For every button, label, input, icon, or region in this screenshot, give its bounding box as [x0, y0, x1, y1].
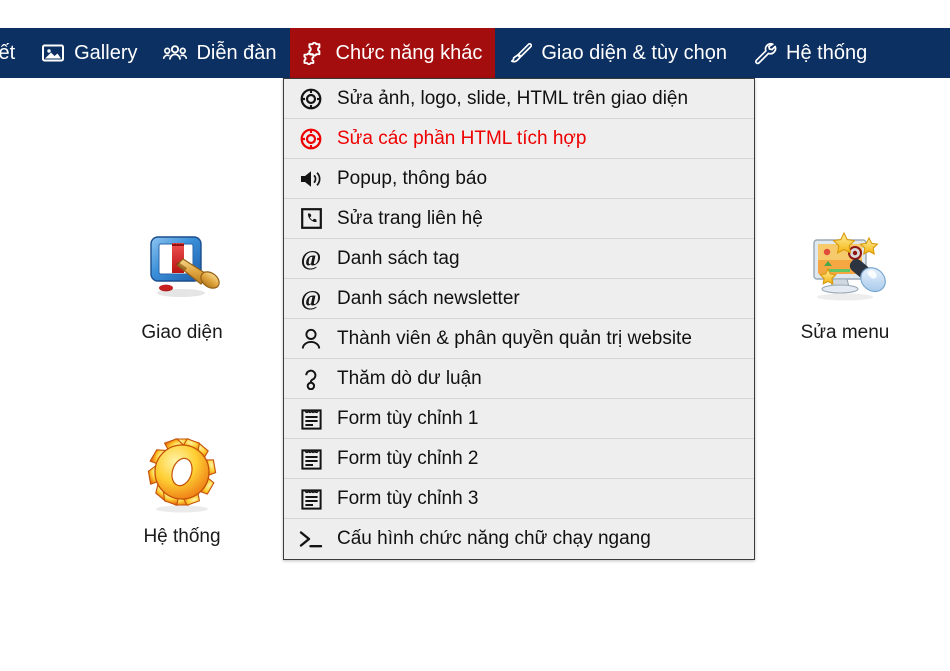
- menu-item-label: Sửa trang liên hệ: [337, 207, 483, 229]
- menu-item-tham-do-du-luan[interactable]: Thăm dò dư luận: [284, 359, 754, 399]
- form-icon: [296, 488, 326, 510]
- svg-text:@: @: [301, 247, 321, 271]
- menu-item-sua-trang-lien-he[interactable]: Sửa trang liên hệ: [284, 199, 754, 239]
- lifebuoy-icon: [296, 128, 326, 150]
- brush-icon: [508, 41, 533, 65]
- menu-item-danh-sach-tag[interactable]: @ Danh sách tag: [284, 239, 754, 279]
- menu-item-thanh-vien-phan-quyen[interactable]: Thành viên & phân quyền quản trị website: [284, 319, 754, 359]
- menu-item-form-tuy-chinh-2[interactable]: Form tùy chỉnh 2: [284, 439, 754, 479]
- lifebuoy-icon: [296, 88, 326, 110]
- nav-item-chuc-nang-khac[interactable]: Chức năng khác: [289, 28, 496, 78]
- menu-item-label: Form tùy chỉnh 2: [337, 447, 479, 469]
- shortcut-label: Hệ thống: [143, 526, 221, 547]
- nav-item-he-thong[interactable]: Hệ thống: [740, 28, 880, 78]
- form-icon: [296, 408, 326, 430]
- menu-item-label: Sửa các phần HTML tích hợp: [337, 127, 587, 149]
- at-icon: @: [296, 247, 326, 271]
- menu-item-label: Popup, thông báo: [337, 167, 488, 189]
- menu-item-sua-anh-logo-slide-html[interactable]: Sửa ảnh, logo, slide, HTML trên giao diệ…: [284, 79, 754, 119]
- at-icon: @: [296, 287, 326, 311]
- menu-item-label: Form tùy chỉnh 3: [337, 487, 479, 509]
- menu-item-cau-hinh-chu-chay-ngang[interactable]: Cấu hình chức năng chữ chạy ngang: [284, 519, 754, 559]
- nav-item-dien-dan[interactable]: Diễn đàn: [150, 28, 289, 78]
- image-icon: [41, 41, 65, 65]
- menu-item-sua-cac-phan-html-tich-hop[interactable]: Sửa các phần HTML tích hợp: [284, 119, 754, 159]
- gear-icon: [107, 432, 257, 518]
- shortcut-he-thong[interactable]: Hệ thống: [107, 432, 257, 549]
- nav-item-label: Diễn đàn: [196, 42, 277, 64]
- main-navigation-bar: iết Gallery Diễn đàn: [0, 28, 950, 78]
- menu-item-label: Danh sách newsletter: [337, 287, 520, 309]
- menu-item-popup-thong-bao[interactable]: Popup, thông báo: [284, 159, 754, 199]
- shortcut-label: Giao diện: [141, 322, 223, 343]
- menu-item-label: Cấu hình chức năng chữ chạy ngang: [337, 528, 651, 549]
- phone-box-icon: [296, 208, 326, 229]
- menu-item-label: Sửa ảnh, logo, slide, HTML trên giao diệ…: [337, 87, 689, 109]
- person-icon: [296, 328, 326, 350]
- puzzle-icon: [303, 41, 327, 65]
- menu-item-label: Thành viên & phân quyền quản trị website: [337, 327, 692, 349]
- terminal-icon: [296, 528, 326, 550]
- wrench-icon: [753, 41, 777, 65]
- nav-item-label: Gallery: [74, 42, 138, 64]
- nav-item-chi-tiet[interactable]: iết: [0, 28, 28, 78]
- monitor-paintbrush-icon: [107, 228, 257, 314]
- nav-item-label: Chức năng khác: [335, 42, 483, 64]
- nav-item-label: iết: [0, 42, 16, 64]
- menu-item-label: Danh sách tag: [337, 247, 460, 269]
- nav-item-gallery[interactable]: Gallery: [28, 28, 150, 78]
- poll-icon: [296, 368, 326, 390]
- users-icon: [163, 41, 188, 65]
- monitor-stars-wand-icon: [770, 228, 920, 314]
- form-icon: [296, 448, 326, 470]
- menu-item-form-tuy-chinh-3[interactable]: Form tùy chỉnh 3: [284, 479, 754, 519]
- chuc-nang-khac-dropdown-menu: Sửa ảnh, logo, slide, HTML trên giao diệ…: [283, 78, 755, 560]
- menu-item-danh-sach-newsletter[interactable]: @ Danh sách newsletter: [284, 279, 754, 319]
- menu-item-label: Form tùy chỉnh 1: [337, 407, 479, 429]
- nav-item-label: Hệ thống: [786, 42, 868, 64]
- shortcut-giao-dien[interactable]: Giao diện: [107, 228, 257, 345]
- menu-item-label: Thăm dò dư luận: [337, 367, 482, 389]
- shortcut-sua-menu[interactable]: Sửa menu: [770, 228, 920, 345]
- nav-item-label: Giao diện & tùy chọn: [541, 42, 728, 64]
- menu-item-form-tuy-chinh-1[interactable]: Form tùy chỉnh 1: [284, 399, 754, 439]
- nav-item-giao-dien-tuy-chon[interactable]: Giao diện & tùy chọn: [495, 28, 740, 78]
- svg-text:@: @: [301, 287, 321, 311]
- speaker-icon: [296, 168, 326, 190]
- shortcut-label: Sửa menu: [800, 322, 890, 343]
